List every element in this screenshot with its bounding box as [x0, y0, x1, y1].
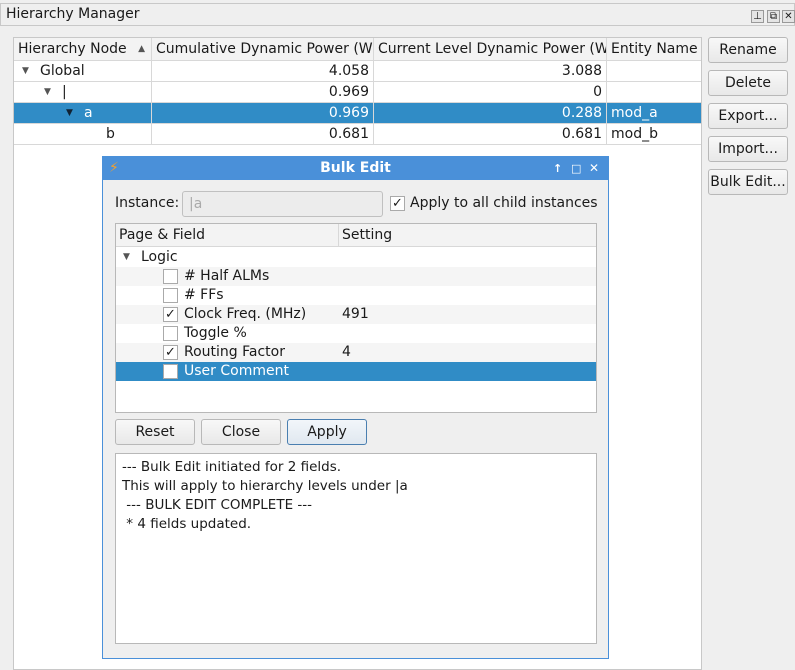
- field-checkbox[interactable]: [163, 364, 178, 379]
- field-row[interactable]: # FFs: [116, 286, 596, 305]
- node-cell: ▼ a: [14, 103, 152, 124]
- table-row[interactable]: ▼ Global 4.058 3.088: [14, 61, 701, 82]
- pin-icon[interactable]: ⊥: [751, 10, 764, 23]
- log-line: --- Bulk Edit initiated for 2 fields.: [122, 459, 342, 475]
- field-label: # Half ALMs: [184, 268, 270, 284]
- column-header-node[interactable]: Hierarchy Node ▲: [14, 38, 152, 60]
- bulk-edit-button[interactable]: Bulk Edit...: [708, 169, 788, 195]
- app-logo-icon: ⚡: [109, 160, 119, 176]
- current-cell: 0.681: [374, 124, 607, 145]
- close-dialog-icon[interactable]: ✕: [589, 157, 599, 180]
- sort-ascending-icon: ▲: [138, 44, 145, 54]
- instance-input[interactable]: |a: [182, 191, 383, 217]
- float-icon[interactable]: ⧉: [767, 10, 780, 23]
- close-icon[interactable]: ✕: [782, 10, 795, 23]
- delete-button[interactable]: Delete: [708, 70, 788, 96]
- entity-cell: [607, 61, 701, 82]
- keep-on-top-icon[interactable]: ↑: [553, 157, 562, 180]
- column-header-setting[interactable]: Setting: [338, 224, 392, 246]
- entity-cell: mod_b: [611, 126, 658, 142]
- reset-button[interactable]: Reset: [115, 419, 195, 445]
- field-checkbox[interactable]: ✓: [163, 307, 178, 322]
- field-label: # FFs: [184, 287, 224, 303]
- panel-title-bar: Hierarchy Manager ⊥ ⧉ ✕: [0, 3, 795, 26]
- column-header-field[interactable]: Page & Field: [119, 224, 205, 247]
- node-cell: b: [14, 124, 152, 145]
- import-button[interactable]: Import...: [708, 136, 788, 162]
- tree-header: Page & Field Setting: [116, 224, 596, 247]
- field-row[interactable]: ✓ Routing Factor 4: [116, 343, 596, 362]
- expand-arrow-icon[interactable]: ▼: [66, 103, 73, 123]
- entity-cell: mod_a: [611, 105, 658, 121]
- close-button[interactable]: Close: [201, 419, 281, 445]
- expand-arrow-icon[interactable]: ▼: [22, 61, 29, 81]
- bulk-edit-dialog: ⚡ Bulk Edit ↑ □ ✕ Instance: |a ✓ Apply t…: [102, 156, 609, 659]
- table-row[interactable]: ▼ | 0.969 0: [14, 82, 701, 103]
- panel-title: Hierarchy Manager: [6, 6, 140, 22]
- field-setting[interactable]: 491: [342, 305, 369, 324]
- table-header: Hierarchy Node ▲ Cumulative Dynamic Power…: [14, 38, 701, 61]
- maximize-icon[interactable]: □: [571, 157, 581, 180]
- log-line: This will apply to hierarchy levels unde…: [122, 478, 408, 494]
- field-label: Routing Factor: [184, 344, 285, 360]
- dialog-title: Bulk Edit: [320, 160, 391, 176]
- node-label: a: [84, 105, 93, 121]
- expand-arrow-icon[interactable]: ▼: [44, 82, 51, 102]
- fields-tree[interactable]: Page & Field Setting ▼ Logic # Half ALMs…: [115, 223, 597, 413]
- log-output[interactable]: --- Bulk Edit initiated for 2 fields. Th…: [115, 453, 597, 644]
- field-row[interactable]: Toggle %: [116, 324, 596, 343]
- expand-arrow-icon[interactable]: ▼: [123, 248, 130, 267]
- entity-cell: [607, 82, 701, 103]
- field-label: Toggle %: [184, 325, 247, 341]
- field-label: User Comment: [184, 363, 289, 379]
- instance-label: Instance:: [115, 195, 180, 211]
- apply-all-checkbox[interactable]: ✓: [390, 196, 405, 211]
- current-cell: 3.088: [374, 61, 607, 82]
- table-row[interactable]: b 0.681 0.681 mod_b: [14, 124, 701, 145]
- tree-group-logic[interactable]: ▼ Logic: [116, 248, 596, 267]
- export-button[interactable]: Export...: [708, 103, 788, 129]
- column-header-entity[interactable]: Entity Name: [607, 38, 701, 60]
- log-line: --- BULK EDIT COMPLETE ---: [122, 497, 313, 513]
- field-checkbox[interactable]: [163, 326, 178, 341]
- field-setting[interactable]: 4: [342, 343, 351, 362]
- dialog-title-bar[interactable]: ⚡ Bulk Edit ↑ □ ✕: [103, 157, 608, 180]
- column-header-current[interactable]: Current Level Dynamic Power (W): [374, 38, 607, 60]
- field-row[interactable]: ✓ Clock Freq. (MHz) 491: [116, 305, 596, 324]
- cumulative-cell: 0.969: [152, 103, 374, 124]
- current-cell: 0: [374, 82, 607, 103]
- field-label: Clock Freq. (MHz): [184, 306, 307, 322]
- apply-button[interactable]: Apply: [287, 419, 367, 445]
- column-label: Hierarchy Node: [18, 41, 127, 57]
- column-header-cumulative[interactable]: Cumulative Dynamic Power (W): [152, 38, 374, 60]
- field-checkbox[interactable]: [163, 288, 178, 303]
- log-line: * 4 fields updated.: [122, 516, 252, 532]
- current-cell: 0.288: [374, 103, 607, 124]
- apply-all-label[interactable]: Apply to all child instances: [410, 195, 598, 211]
- node-label: b: [106, 126, 115, 142]
- cumulative-cell: 0.681: [152, 124, 374, 145]
- field-checkbox[interactable]: ✓: [163, 345, 178, 360]
- table-row[interactable]: ▼ a 0.969 0.288 mod_a: [14, 103, 701, 124]
- group-label: Logic: [141, 249, 178, 265]
- node-cell: ▼ Global: [14, 61, 152, 82]
- node-label: |: [62, 84, 67, 100]
- cumulative-cell: 0.969: [152, 82, 374, 103]
- field-checkbox[interactable]: [163, 269, 178, 284]
- field-row[interactable]: # Half ALMs: [116, 267, 596, 286]
- field-row[interactable]: User Comment: [116, 362, 596, 381]
- node-cell: ▼ |: [14, 82, 152, 103]
- rename-button[interactable]: Rename: [708, 37, 788, 63]
- node-label: Global: [40, 63, 85, 79]
- cumulative-cell: 4.058: [152, 61, 374, 82]
